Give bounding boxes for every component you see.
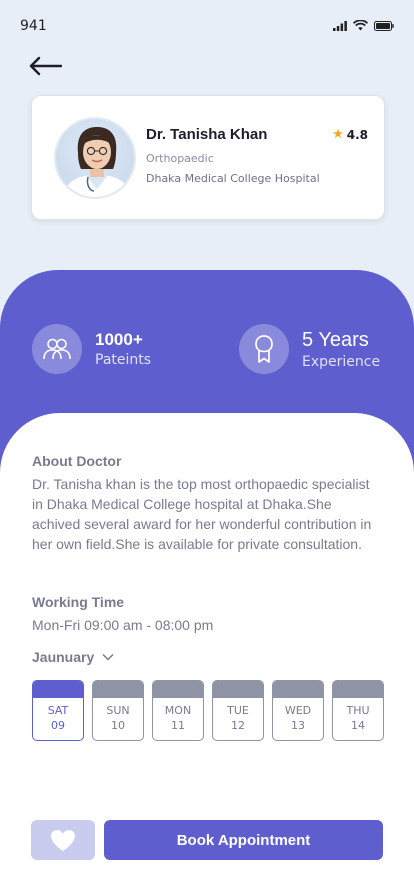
day-number: 11 — [171, 719, 185, 732]
doctor-hospital: Dhaka Medical College Hospital — [146, 172, 320, 185]
doctor-name: Dr. Tanisha Khan — [146, 126, 268, 143]
doctor-specialty: Orthopaedic — [146, 152, 214, 165]
day-name: SUN — [106, 704, 130, 717]
month-label: Jaunuary — [32, 649, 95, 665]
star-icon: ★ — [332, 127, 344, 142]
experience-value: 5 Years — [302, 328, 369, 351]
award-icon-wrap — [239, 324, 289, 374]
stat-experience: 5 Years Experience — [239, 324, 380, 374]
day-name: WED — [284, 704, 312, 717]
day-name: MON — [164, 704, 192, 717]
day-name: THU — [346, 704, 370, 717]
book-appointment-button[interactable]: Book Appointment — [104, 820, 383, 860]
people-icon-wrap — [32, 324, 82, 374]
heart-icon — [51, 829, 75, 851]
signal-icon — [333, 20, 347, 31]
working-hours: Mon-Fri 09:00 am - 08:00 pm — [32, 617, 214, 633]
chevron-down-icon — [102, 653, 114, 661]
stat-patients: 1000+ Pateints — [32, 324, 151, 374]
day-wed[interactable]: WED 13 — [272, 680, 324, 741]
day-number: 14 — [351, 719, 365, 732]
award-icon — [255, 335, 273, 363]
day-sat[interactable]: SAT 09 — [32, 680, 84, 741]
month-select[interactable]: Jaunuary — [32, 649, 114, 665]
doctor-rating: ★ 4.8 — [332, 127, 368, 142]
about-title: About Doctor — [32, 453, 122, 469]
doctor-card[interactable]: Dr. Tanisha Khan ★ 4.8 Orthopaedic Dhaka… — [31, 95, 385, 220]
day-sun[interactable]: SUN 10 — [92, 680, 144, 741]
rating-value: 4.8 — [346, 127, 368, 142]
experience-label: Experience — [302, 353, 381, 370]
doctor-photo — [62, 127, 132, 197]
day-number: 09 — [51, 719, 65, 732]
arrow-left-icon — [29, 56, 62, 76]
battery-icon — [374, 20, 394, 31]
back-button[interactable] — [28, 52, 68, 80]
day-mon[interactable]: MON 11 — [152, 680, 204, 741]
wifi-icon — [353, 20, 368, 31]
patients-value: 1000+ — [95, 330, 143, 349]
day-number: 10 — [111, 719, 125, 732]
status-time: 941 — [20, 18, 47, 34]
patients-label: Pateints — [95, 352, 152, 368]
about-text: Dr. Tanisha khan is the top most orthopa… — [32, 476, 372, 552]
day-number: 13 — [291, 719, 305, 732]
day-thu[interactable]: THU 14 — [332, 680, 384, 741]
working-time-title: Working Time — [32, 594, 125, 610]
favorite-button[interactable] — [31, 820, 95, 860]
day-name: SAT — [47, 704, 69, 717]
day-number: 12 — [231, 719, 245, 732]
status-icons — [333, 20, 394, 31]
day-tue[interactable]: TUE 12 — [212, 680, 264, 741]
day-selector: SAT 09 SUN 10 MON 11 TUE 12 WED 13 THU 1… — [32, 680, 384, 741]
doctor-avatar — [54, 117, 136, 199]
day-name: TUE — [227, 704, 249, 717]
status-bar: 941 — [0, 0, 414, 48]
people-icon — [43, 338, 71, 360]
